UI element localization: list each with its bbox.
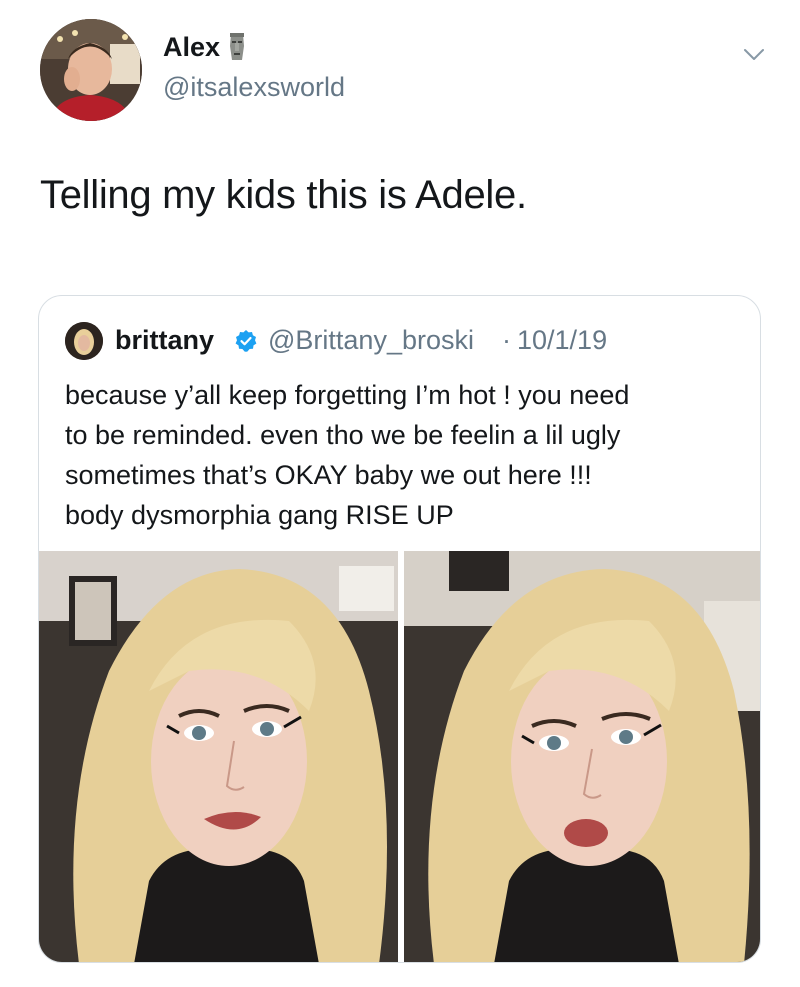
tweet: Alex @itsalexsworld Telling my kids this… <box>0 0 800 987</box>
user-handle[interactable]: @itsalexsworld <box>163 70 345 104</box>
quoted-handle[interactable]: @Brittany_broski <box>268 323 474 357</box>
quoted-text-line: sometimes that’s OKAY baby we out here !… <box>65 460 592 490</box>
quoted-display-name[interactable]: brittany <box>115 323 214 357</box>
tweet-text: Telling my kids this is Adele. <box>40 173 527 217</box>
chevron-down-icon[interactable] <box>742 42 766 66</box>
quoted-date[interactable]: 10/1/19 <box>517 323 607 357</box>
photo-left[interactable] <box>39 551 398 962</box>
avatar-image <box>40 19 142 121</box>
quoted-avatar-image <box>65 322 103 360</box>
moai-icon <box>226 32 248 62</box>
photo-grid <box>39 551 760 962</box>
meta-separator: · <box>502 325 511 355</box>
display-name-text: Alex <box>163 32 221 62</box>
quoted-text-line: because y’all keep forgetting I’m hot ! … <box>65 380 630 410</box>
quoted-tweet[interactable]: brittany @Brittany_broski · 10/1/19 beca… <box>38 295 761 963</box>
quoted-text-line: to be reminded. even tho we be feelin a … <box>65 420 621 450</box>
quoted-tweet-text: because y’all keep forgetting I’m hot ! … <box>65 375 745 535</box>
avatar[interactable] <box>40 19 142 121</box>
verified-badge-icon <box>234 329 258 353</box>
quoted-avatar[interactable] <box>65 322 103 360</box>
quoted-text-line: body dysmorphia gang RISE UP <box>65 500 454 530</box>
display-name[interactable]: Alex <box>163 30 248 64</box>
photo-right[interactable] <box>404 551 760 962</box>
